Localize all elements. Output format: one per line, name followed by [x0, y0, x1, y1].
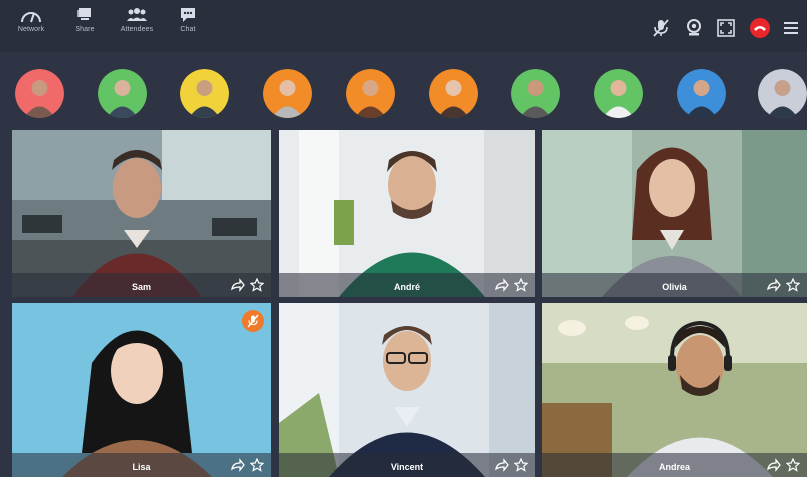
video-tile[interactable]: Sam	[12, 130, 271, 297]
forward-button[interactable]	[231, 458, 245, 472]
star-icon	[786, 278, 800, 292]
video-feed	[12, 303, 271, 477]
video-feed	[279, 130, 535, 297]
video-feed	[12, 130, 271, 297]
participant-avatar[interactable]	[758, 69, 807, 118]
favorite-button[interactable]	[514, 278, 528, 292]
favorite-button[interactable]	[786, 458, 800, 472]
participant-avatar[interactable]	[346, 69, 395, 118]
forward-arrow-icon	[767, 458, 781, 472]
menu-button[interactable]	[781, 18, 801, 38]
video-tile[interactable]: Vincent	[279, 303, 535, 477]
participant-avatar[interactable]	[98, 69, 147, 118]
video-feed	[279, 303, 535, 477]
mute-button[interactable]	[651, 18, 671, 38]
participant-avatar[interactable]	[511, 69, 560, 118]
favorite-button[interactable]	[514, 458, 528, 472]
participant-avatar[interactable]	[429, 69, 478, 118]
forward-arrow-icon	[231, 278, 245, 292]
mic-muted-icon	[247, 314, 259, 328]
muted-badge[interactable]	[242, 310, 264, 332]
camera-button[interactable]	[684, 18, 704, 38]
chat-label: Chat	[180, 26, 196, 33]
participant-avatar[interactable]	[263, 69, 312, 118]
network-gauge-icon	[21, 12, 41, 23]
video-tile[interactable]: Olivia	[542, 130, 807, 297]
network-label: Network	[17, 26, 45, 33]
webcam-icon	[687, 19, 701, 36]
participant-avatar[interactable]	[677, 69, 726, 118]
forward-arrow-icon	[231, 458, 245, 472]
star-icon	[250, 458, 264, 472]
star-icon	[514, 278, 528, 292]
video-tile[interactable]: Lisa	[12, 303, 271, 477]
favorite-button[interactable]	[250, 458, 264, 472]
star-icon	[250, 278, 264, 292]
share-button[interactable]: Share	[63, 7, 107, 47]
video-call-app: Network Share Attendees Chat Sam André O…	[0, 0, 807, 477]
forward-button[interactable]	[231, 278, 245, 292]
attendees-icon	[127, 8, 147, 21]
participant-strip	[0, 52, 807, 126]
attendees-button[interactable]: Attendees	[115, 7, 159, 47]
forward-arrow-icon	[495, 458, 509, 472]
favorite-button[interactable]	[786, 278, 800, 292]
forward-button[interactable]	[495, 278, 509, 292]
attendees-label: Attendees	[120, 26, 154, 33]
hang-up-button[interactable]	[750, 18, 770, 38]
participant-avatar[interactable]	[15, 69, 64, 118]
participant-avatar[interactable]	[594, 69, 643, 118]
video-tile[interactable]: André	[279, 130, 535, 297]
fullscreen-button[interactable]	[716, 18, 736, 38]
forward-arrow-icon	[495, 278, 509, 292]
fullscreen-icon	[717, 19, 735, 37]
chat-button[interactable]: Chat	[166, 7, 210, 47]
share-label: Share	[75, 26, 95, 33]
top-toolbar: Network Share Attendees Chat	[0, 0, 807, 52]
menu-icon	[784, 22, 798, 34]
video-feed	[542, 303, 807, 477]
forward-arrow-icon	[767, 278, 781, 292]
hang-up-icon	[750, 18, 770, 38]
participant-avatar[interactable]	[180, 69, 229, 118]
chat-icon	[181, 8, 195, 22]
star-icon	[514, 458, 528, 472]
forward-button[interactable]	[767, 278, 781, 292]
favorite-button[interactable]	[250, 278, 264, 292]
star-icon	[786, 458, 800, 472]
forward-button[interactable]	[495, 458, 509, 472]
video-tile[interactable]: Andrea	[542, 303, 807, 477]
forward-button[interactable]	[767, 458, 781, 472]
mic-muted-icon	[653, 19, 669, 37]
share-screen-icon	[77, 8, 91, 20]
video-feed	[542, 130, 807, 297]
network-button[interactable]: Network	[9, 7, 53, 47]
